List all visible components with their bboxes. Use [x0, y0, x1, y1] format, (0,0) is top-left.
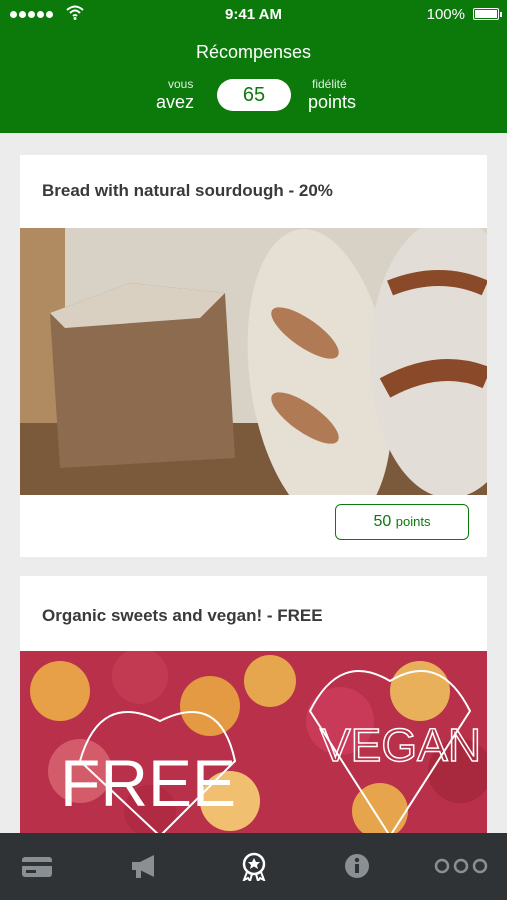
points-suffix-small: fidélité: [312, 77, 347, 91]
points-cost: 50: [373, 513, 392, 530]
image-vegan-text: VEGAN: [320, 719, 481, 771]
battery-icon: [473, 8, 502, 20]
status-bar: 9:41 AM 100%: [0, 0, 507, 30]
points-cost-unit: points: [395, 514, 431, 529]
reward-card-sweets[interactable]: Organic sweets and vegan! - FREE FREE VE…: [20, 576, 487, 836]
points-prefix-big: avez: [156, 92, 195, 112]
redeem-points-button[interactable]: 50 points: [335, 504, 469, 540]
sweets-photo: FREE VEGAN: [20, 651, 487, 836]
tab-bar: [0, 833, 507, 900]
reward-title: Bread with natural sourdough - 20%: [42, 181, 333, 200]
bread-photo: [20, 228, 487, 495]
points-balance: 65: [217, 79, 291, 111]
points-summary: vous avez 65 fidélité points: [0, 76, 507, 116]
card-icon[interactable]: [17, 851, 57, 881]
info-icon[interactable]: [337, 851, 377, 881]
battery-percent: 100%: [426, 6, 465, 23]
award-icon[interactable]: [234, 851, 274, 881]
reward-card-bread[interactable]: Bread with natural sourdough - 20% 50 po…: [20, 155, 487, 557]
more-icon[interactable]: [432, 851, 490, 881]
header: 9:41 AM 100% Récompenses vous avez 65 fi…: [0, 0, 507, 133]
points-prefix-small: vous: [168, 77, 194, 91]
image-free-text: FREE: [60, 746, 236, 820]
reward-title: Organic sweets and vegan! - FREE: [42, 606, 323, 625]
megaphone-icon[interactable]: [124, 851, 164, 881]
page-title: Récompenses: [195, 42, 312, 62]
points-suffix-big: points: [308, 92, 357, 112]
